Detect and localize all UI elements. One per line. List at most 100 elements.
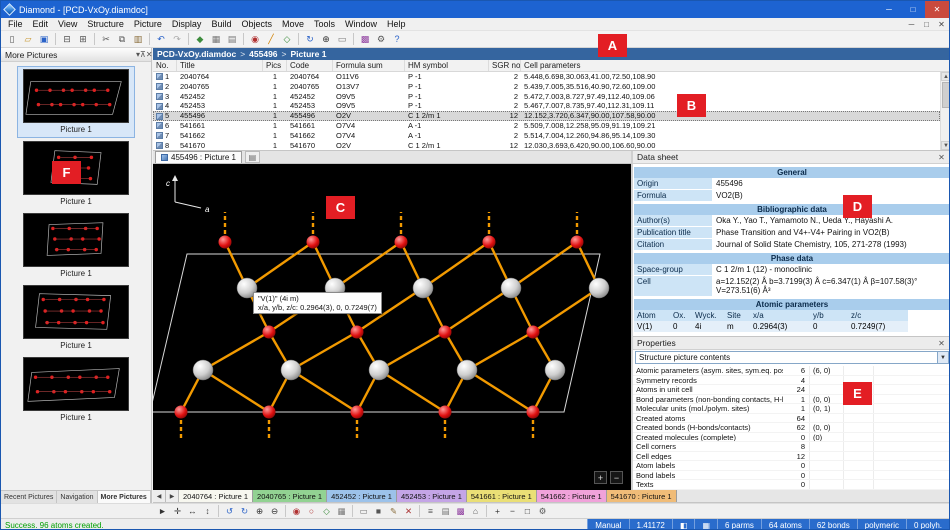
canvas-zoom-in-button[interactable]: + [594,471,607,484]
thumbnail-image[interactable] [23,357,129,411]
panel-tab-navigation[interactable]: Navigation [57,491,97,503]
menu-item-objects[interactable]: Objects [236,18,277,30]
pattern-icon[interactable]: ▩ [453,505,468,518]
panel-tab-more-pictures[interactable]: More Pictures [98,491,151,503]
polyhedron-icon[interactable]: ◇ [319,505,334,518]
edit-icon[interactable]: ✎ [386,505,401,518]
panel-close-icon[interactable]: ✕ [146,50,153,59]
add-atom-icon[interactable]: ◉ [289,505,304,518]
select-arrow-icon[interactable]: ► [155,505,170,518]
paste-icon[interactable]: ▥ [130,32,146,47]
print-icon[interactable]: ⊟ [59,32,75,47]
properties-close-icon[interactable]: ✕ [936,339,947,348]
menu-item-move[interactable]: Move [277,18,309,30]
vanadium-atom[interactable] [457,360,477,380]
color-palette-icon[interactable]: ▩ [357,32,373,47]
bond[interactable] [423,242,489,288]
oxygen-atom[interactable] [571,236,584,249]
vanadium-atom[interactable] [413,278,433,298]
delete-icon[interactable]: ✕ [401,505,416,518]
table-icon[interactable]: ▤ [438,505,453,518]
active-picture-tab[interactable]: 455496 : Picture 1 [155,151,242,163]
frame-icon[interactable]: □ [520,505,535,518]
vanadium-atom[interactable] [589,278,609,298]
bond[interactable] [203,332,269,370]
vanadium-atom[interactable] [193,360,213,380]
thumbnail-item[interactable]: Picture 1 [18,355,134,425]
rotate-cw-icon[interactable]: ↻ [237,505,252,518]
panel-tab-recent-pictures[interactable]: Recent Pictures [1,491,57,503]
zoom-out-icon[interactable]: ⊖ [267,505,282,518]
breadcrumb-item[interactable]: 455496 [249,49,277,59]
cell-edges-icon[interactable]: ▭ [356,505,371,518]
breadcrumb-item[interactable]: PCD-VxOy.diamdoc [157,49,236,59]
thumbnail-item[interactable]: Picture 1 [18,67,134,137]
maximize-button[interactable]: □ [901,1,925,18]
translate-vertical-icon[interactable]: ↕ [200,505,215,518]
menu-item-edit[interactable]: Edit [28,18,54,30]
column-header-sgr-no-[interactable]: SGR no. [489,60,521,71]
bond[interactable] [335,242,401,288]
atom-design-icon[interactable]: ◉ [247,32,263,47]
bond[interactable] [291,370,357,412]
move-icon[interactable]: ✛ [170,505,185,518]
oxygen-atom[interactable] [527,326,540,339]
thumbnail-image[interactable] [23,213,129,267]
oxygen-atom[interactable] [263,326,276,339]
bond[interactable] [291,332,357,370]
oxygen-atom[interactable] [351,326,364,339]
vanadium-atom[interactable] [281,360,301,380]
oxygen-atom[interactable] [219,236,232,249]
save-icon[interactable]: ▣ [36,32,52,47]
grow-plus-icon[interactable]: + [490,505,505,518]
oxygen-atom[interactable] [307,236,320,249]
picture-tab[interactable]: 2040764 : Picture 1 [179,490,253,502]
bond[interactable] [247,242,313,288]
table-row[interactable]: 1204076412040764O11V6P -125.448,6.698,30… [153,72,940,82]
table-row[interactable]: 34524521452452O9V5P -125.472,7.003,8.727… [153,92,940,102]
scrollbar-thumb[interactable] [942,82,950,108]
zoom-view-icon[interactable]: ⊕ [318,32,334,47]
column-header-title[interactable]: Title [177,60,263,71]
oxygen-atom[interactable] [439,406,452,419]
chevron-down-icon[interactable]: ▼ [937,352,948,363]
translate-horizontal-icon[interactable]: ↔ [185,505,200,518]
new-document-icon[interactable]: ▯ [4,32,20,47]
scroll-up-icon[interactable]: ▲ [941,72,950,81]
bond[interactable] [379,370,445,412]
oxygen-atom[interactable] [351,406,364,419]
thumbnail-image[interactable] [23,285,129,339]
child-close-icon[interactable]: ✕ [934,20,949,29]
bond[interactable] [511,242,577,288]
grow-minus-icon[interactable]: − [505,505,520,518]
column-header-pics[interactable]: Pics [263,60,287,71]
table-row[interactable]: 44524531452453O9V5P -125.467,7.007,8.735… [153,101,940,111]
menu-item-display[interactable]: Display [167,18,207,30]
column-header-formula-sum[interactable]: Formula sum [333,60,405,71]
crystal-structure-drawing[interactable]: ca [153,164,631,490]
tabs-scroll-left-button[interactable]: ◀ [153,490,166,502]
bond[interactable] [467,370,533,412]
column-header-cell-parameters[interactable]: Cell parameters [521,60,950,71]
oxygen-atom[interactable] [263,406,276,419]
child-minimize-icon[interactable]: ─ [904,20,919,29]
minimize-button[interactable]: ─ [877,1,901,18]
bond-design-icon[interactable]: ╱ [263,32,279,47]
print-preview-icon[interactable]: ⊞ [75,32,91,47]
oxygen-atom[interactable] [527,406,540,419]
child-restore-icon[interactable]: □ [919,20,934,29]
new-structure-icon[interactable]: ◆ [192,32,208,47]
bond[interactable] [203,370,269,412]
picture-tab[interactable]: 452453 : Picture 1 [397,490,467,502]
menu-item-help[interactable]: Help [382,18,411,30]
tools-icon[interactable]: ⚙ [535,505,550,518]
table-row[interactable]: 85416701541670O2VC 1 2/m 11212.030,3.693… [153,141,940,150]
lattice-icon[interactable]: ▦ [334,505,349,518]
undo-icon[interactable]: ↶ [153,32,169,47]
table-row[interactable]: 2204076512040765O13V7P -125.439,7.005,35… [153,82,940,92]
oxygen-atom[interactable] [439,326,452,339]
bond[interactable] [467,332,533,370]
thumbnail-item[interactable]: Picture 1 [18,211,134,281]
menu-item-build[interactable]: Build [206,18,236,30]
picture-tab[interactable]: 541662 : Picture 1 [537,490,607,502]
